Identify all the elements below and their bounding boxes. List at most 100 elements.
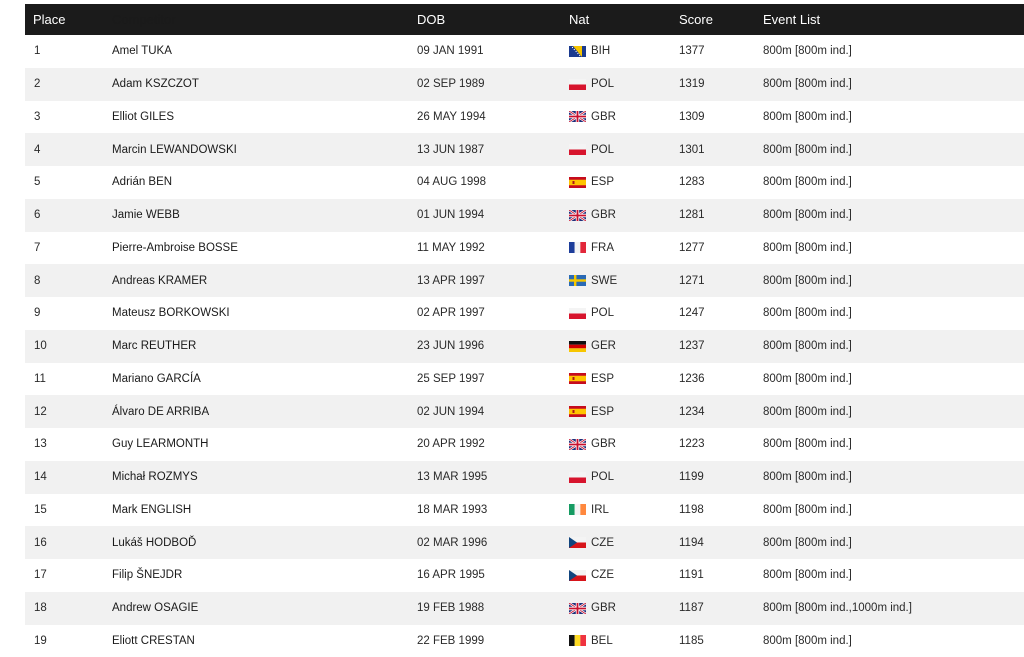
score-cell: 1271 — [679, 274, 705, 287]
table-row[interactable]: 15 Mark ENGLISH 18 MAR 1993 IRL 1198 800m [80… — [25, 493, 1024, 527]
dob-cell: 02 APR 1997 — [417, 307, 485, 320]
table-row[interactable]: 12 Álvaro DE ARRIBA 02 JUN 1994 ESP 1234 800m… — [25, 395, 1024, 428]
nat-cell: POL — [569, 471, 679, 483]
place-cell: 3 — [34, 110, 41, 123]
table-row[interactable]: 13 Guy LEARMONTH 20 APR 1992 GBR 1223 800m [8… — [25, 428, 1024, 461]
place-cell: 13 — [34, 438, 47, 451]
pol-flag-icon — [569, 144, 586, 156]
header-dob[interactable]: DOB — [417, 12, 569, 27]
event-list-cell: 800m [800m ind.] — [763, 536, 852, 549]
nat-code: GBR — [591, 209, 616, 222]
table-header: Place Competitor DOB Nat Score Event Lis… — [25, 4, 1024, 35]
nat-cell: CZE — [569, 569, 679, 581]
competitor-link[interactable]: Álvaro DE ARRIBA — [112, 406, 417, 418]
competitor-link[interactable]: Andreas KRAMER — [112, 275, 417, 287]
nat-cell: FRA — [569, 242, 679, 254]
place-cell: 15 — [34, 503, 47, 516]
gbr-flag-icon — [569, 438, 586, 450]
score-cell: 1198 — [679, 503, 704, 516]
competitor-link[interactable]: Adrián BEN — [112, 176, 417, 188]
nat-code: GER — [591, 340, 616, 353]
table-row[interactable]: 18 Andrew OSAGIE 19 FEB 1988 GBR 1187 800m [8… — [25, 591, 1024, 625]
table-row[interactable]: 19 Eliott CRESTAN 22 FEB 1999 BEL 1185 800m [… — [25, 624, 1024, 657]
competitor-link[interactable]: Michał ROZMYS — [112, 471, 417, 483]
bel-flag-icon — [569, 635, 586, 647]
table-row[interactable]: 9 Mateusz BORKOWSKI 02 APR 1997 POL 1247 800m… — [25, 297, 1024, 330]
competitor-link[interactable]: Eliott CRESTAN — [112, 635, 417, 647]
table-row[interactable]: 4 Marcin LEWANDOWSKI 13 JUN 1987 POL 1301 800… — [25, 133, 1024, 166]
dob-cell: 02 MAR 1996 — [417, 536, 488, 549]
competitor-link[interactable]: Marc REUTHER — [112, 340, 417, 352]
event-list-cell: 800m [800m ind.] — [763, 307, 852, 320]
dob-cell: 13 JUN 1987 — [417, 143, 485, 156]
table-row[interactable]: 11 Mariano GARCÍA 25 SEP 1997 ESP 1236 800m [… — [25, 362, 1024, 396]
pol-flag-icon — [569, 471, 586, 483]
event-list-cell: 800m [800m ind.] — [763, 176, 852, 189]
esp-flag-icon — [569, 176, 586, 188]
score-cell: 1185 — [679, 634, 704, 647]
nat-cell: GER — [569, 340, 679, 352]
score-cell: 1191 — [679, 569, 704, 582]
table-row[interactable]: 6 Jamie WEBB 01 JUN 1994 GBR 1281 800m [800m … — [25, 198, 1024, 232]
score-cell: 1194 — [679, 536, 704, 549]
event-list-cell: 800m [800m ind.] — [763, 110, 852, 123]
competitor-link[interactable]: Marcin LEWANDOWSKI — [112, 144, 417, 156]
dob-cell: 02 JUN 1994 — [417, 405, 485, 418]
event-list-cell: 800m [800m ind.] — [763, 209, 852, 222]
score-cell: 1283 — [679, 176, 705, 189]
table-row[interactable]: 17 Filip ŠNEJDR 16 APR 1995 CZE 1191 800m [80… — [25, 559, 1024, 592]
header-score[interactable]: Score — [679, 12, 763, 27]
table-row[interactable]: 8 Andreas KRAMER 13 APR 1997 SWE 1271 800m [8… — [25, 264, 1024, 297]
nat-code: ESP — [591, 176, 615, 189]
table-row[interactable]: 10 Marc REUTHER 23 JUN 1996 GER 1237 800m [80… — [25, 329, 1024, 363]
dob-cell: 19 FEB 1988 — [417, 602, 485, 615]
competitor-link[interactable]: Jamie WEBB — [112, 209, 417, 221]
nat-cell: ESP — [569, 373, 679, 385]
header-event-list[interactable]: Event List — [763, 12, 1024, 27]
score-cell: 1234 — [679, 405, 705, 418]
event-list-cell: 800m [800m ind.] — [763, 241, 852, 254]
event-list-cell: 800m [800m ind.] — [763, 438, 852, 451]
competitor-link[interactable]: Guy LEARMONTH — [112, 438, 417, 450]
event-list-cell: 800m [800m ind.] — [763, 569, 852, 582]
score-cell: 1277 — [679, 241, 705, 254]
competitor-link[interactable]: Andrew OSAGIE — [112, 602, 417, 614]
nat-code: BEL — [591, 634, 613, 647]
score-cell: 1223 — [679, 438, 705, 451]
event-list-cell: 800m [800m ind.] — [763, 45, 852, 58]
competitor-link[interactable]: Mateusz BORKOWSKI — [112, 307, 417, 319]
score-cell: 1237 — [679, 340, 705, 353]
score-cell: 1187 — [679, 602, 704, 615]
place-cell: 19 — [34, 634, 47, 647]
competitor-link[interactable]: Adam KSZCZOT — [112, 78, 417, 90]
table-row[interactable]: 3 Elliot GILES 26 MAY 1994 GBR 1309 800m [800… — [25, 100, 1024, 134]
competitor-link[interactable]: Pierre-Ambroise BOSSE — [112, 242, 417, 254]
dob-cell: 23 JUN 1996 — [417, 340, 485, 353]
ger-flag-icon — [569, 340, 586, 352]
nat-code: ESP — [591, 405, 615, 418]
competitor-link[interactable]: Filip ŠNEJDR — [112, 569, 417, 581]
competitor-link[interactable]: Mariano GARCÍA — [112, 373, 417, 385]
nat-code: POL — [591, 143, 615, 156]
table-row[interactable]: 5 Adrián BEN 04 AUG 1998 ESP 1283 800m [800m … — [25, 166, 1024, 199]
nat-code: POL — [591, 78, 615, 91]
dob-cell: 20 APR 1992 — [417, 438, 485, 451]
dob-cell: 26 MAY 1994 — [417, 110, 486, 123]
dob-cell: 13 MAR 1995 — [417, 471, 488, 484]
competitor-link[interactable]: Elliot GILES — [112, 111, 417, 123]
table-row[interactable]: 16 Lukáš HODBOĎ 02 MAR 1996 CZE 1194 800m [80… — [25, 526, 1024, 559]
place-cell: 17 — [34, 569, 47, 582]
table-row[interactable]: 14 Michał ROZMYS 13 MAR 1995 POL 1199 800m [8… — [25, 460, 1024, 494]
competitor-link[interactable]: Lukáš HODBOĎ — [112, 537, 417, 549]
table-row[interactable]: 2 Adam KSZCZOT 02 SEP 1989 POL 1319 800m [800… — [25, 67, 1024, 101]
table-row[interactable]: 1 Amel TUKA 09 JAN 1991 BIH 1377 800m [800m i… — [25, 35, 1024, 68]
header-place[interactable]: Place — [25, 12, 112, 27]
nat-cell: GBR — [569, 209, 679, 221]
competitor-link[interactable]: Amel TUKA — [112, 45, 417, 57]
table-row[interactable]: 7 Pierre-Ambroise BOSSE 11 MAY 1992 FRA 1277… — [25, 231, 1024, 265]
header-nat[interactable]: Nat — [569, 12, 679, 27]
competitor-link[interactable]: Mark ENGLISH — [112, 504, 417, 516]
nat-cell: GBR — [569, 602, 679, 614]
place-cell: 4 — [34, 143, 41, 156]
header-competitor[interactable]: Competitor — [112, 12, 417, 27]
